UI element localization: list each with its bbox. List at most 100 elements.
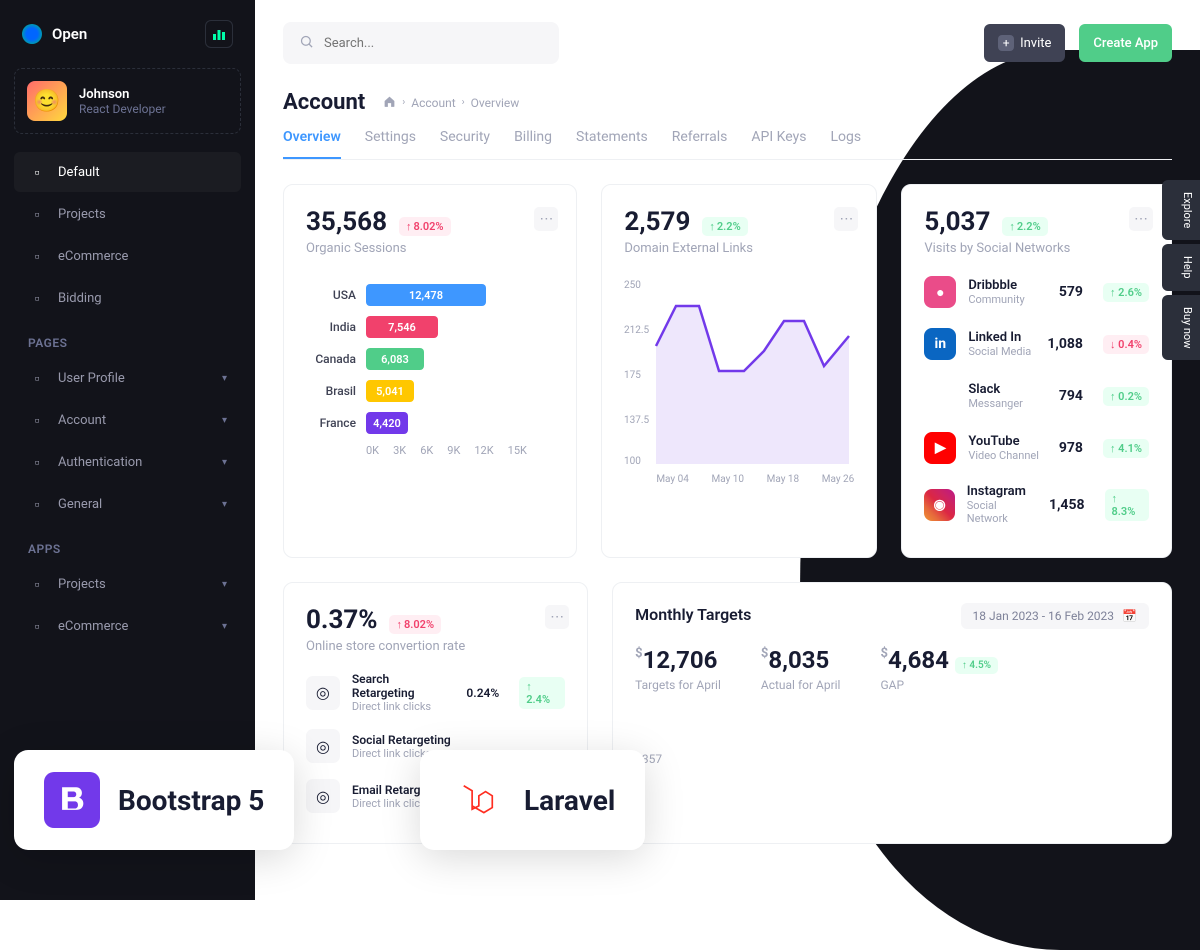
- more-icon[interactable]: ⋯: [834, 207, 858, 231]
- social-value: 1,458: [1049, 497, 1085, 513]
- home-icon[interactable]: [383, 95, 396, 111]
- nav-item-default[interactable]: ▫Default: [14, 152, 241, 192]
- x-tick: 6K: [420, 444, 433, 457]
- tab-api-keys[interactable]: API Keys: [751, 129, 806, 159]
- bar-country: Brasil: [306, 384, 356, 398]
- nav-item-user-profile[interactable]: ▫User Profile▾: [14, 358, 241, 398]
- main: + Invite Create App Account › Account › …: [255, 0, 1200, 900]
- tab-settings[interactable]: Settings: [365, 129, 416, 159]
- links-value: 2,579: [624, 207, 690, 237]
- create-app-button[interactable]: Create App: [1079, 24, 1172, 62]
- social-name: Instagram: [967, 484, 1037, 499]
- search-input[interactable]: [324, 36, 543, 51]
- date-range-picker[interactable]: 18 Jan 2023 - 16 Feb 2023 📅: [961, 603, 1149, 629]
- social-label: Visits by Social Networks: [924, 241, 1149, 256]
- bar-country: India: [306, 320, 356, 334]
- bootstrap-label: Bootstrap 5: [118, 784, 264, 817]
- conv-sub: Direct link clicks: [352, 700, 455, 713]
- tab-security[interactable]: Security: [440, 129, 490, 159]
- bar-fill: 7,546: [366, 316, 438, 338]
- plus-icon: +: [998, 35, 1014, 51]
- social-row-youtube[interactable]: ▶YouTubeVideo Channel978↑ 4.1%: [924, 422, 1149, 474]
- conv-item: ◎Search RetargetingDirect link clicks0.2…: [306, 664, 565, 721]
- nav-item-projects[interactable]: ▫ Projects: [14, 194, 241, 234]
- card-organic-sessions: ⋯ 35,568 ↑ 8.02% Organic Sessions USA12,…: [283, 184, 577, 558]
- tab-referrals[interactable]: Referrals: [672, 129, 728, 159]
- nav-icon: ▫: [28, 411, 46, 429]
- search-box[interactable]: [283, 22, 559, 64]
- card-monthly-targets: Monthly Targets 18 Jan 2023 - 16 Feb 202…: [612, 582, 1172, 844]
- social-row-instagram[interactable]: ◉InstagramSocial Network1,458↑ 8.3%: [924, 474, 1149, 535]
- nav-icon: ▫: [28, 205, 46, 223]
- links-change: ↑ 2.2%: [702, 217, 747, 236]
- invite-button[interactable]: + Invite: [984, 24, 1065, 62]
- social-icon: ✱: [924, 380, 956, 412]
- tab-statements[interactable]: Statements: [576, 129, 648, 159]
- more-icon[interactable]: ⋯: [1129, 207, 1153, 231]
- nav-item-bidding[interactable]: ▫Bidding: [14, 278, 241, 318]
- target-label: Targets for April: [635, 678, 721, 692]
- nav-label: Authentication: [58, 455, 142, 470]
- social-name: Dribbble: [968, 278, 1024, 293]
- user-name: Johnson: [79, 87, 166, 102]
- float-bootstrap: Bootstrap 5: [14, 750, 294, 850]
- area-chart: 250 212.5 175 137.5 100 May 04 May 10 Ma…: [624, 276, 854, 485]
- brand: Open: [14, 20, 241, 48]
- svg-text:212.5: 212.5: [624, 325, 649, 336]
- topbar: + Invite Create App: [283, 22, 1172, 64]
- nav-icon: ▫: [28, 289, 46, 307]
- crumb-account[interactable]: Account: [411, 96, 455, 110]
- nav-label: Projects: [58, 207, 106, 222]
- social-row-linked-in[interactable]: inLinked InSocial Media1,088↓ 0.4%: [924, 318, 1149, 370]
- side-tabs: Explore Help Buy now: [1162, 180, 1200, 360]
- nav-label: eCommerce: [58, 249, 128, 264]
- nav-item-general[interactable]: ▫ General ▾: [14, 484, 241, 524]
- social-sub: Messanger: [968, 397, 1023, 410]
- social-change: ↑ 4.1%: [1103, 439, 1149, 458]
- nav-item-ecommerce[interactable]: ▫eCommerce▾: [14, 606, 241, 646]
- more-icon[interactable]: ⋯: [534, 207, 558, 231]
- page-title: Account: [283, 90, 365, 115]
- sidetab-help[interactable]: Help: [1162, 244, 1200, 291]
- card-external-links: ⋯ 2,579 ↑ 2.2% Domain External Links 250…: [601, 184, 877, 558]
- sessions-value: 35,568: [306, 207, 387, 237]
- user-card[interactable]: 😊 Johnson React Developer: [14, 68, 241, 134]
- social-row-dribbble[interactable]: ●DribbbleCommunity579↑ 2.6%: [924, 266, 1149, 318]
- svg-text:175: 175: [624, 370, 641, 381]
- nav-item-authentication[interactable]: ▫Authentication▾: [14, 442, 241, 482]
- x-tick: May 04: [656, 474, 689, 485]
- nav-label: eCommerce: [58, 619, 128, 634]
- social-row-slack[interactable]: ✱SlackMessanger794↑ 0.2%: [924, 370, 1149, 422]
- social-sub: Video Channel: [968, 449, 1039, 462]
- targets-footer: $357: [635, 752, 1149, 766]
- brand-logo: [22, 24, 42, 44]
- sidetab-explore[interactable]: Explore: [1162, 180, 1200, 240]
- conv-title: Social Retargeting: [352, 733, 451, 747]
- conv-title: Search Retargeting: [352, 672, 455, 700]
- chart-icon[interactable]: [205, 20, 233, 48]
- svg-text:137.5: 137.5: [624, 415, 649, 426]
- target-value: $8,035: [761, 646, 841, 674]
- chevron-down-icon: ▾: [222, 579, 227, 590]
- tab-logs[interactable]: Logs: [830, 129, 861, 159]
- search-icon: [299, 34, 314, 53]
- float-laravel: Laravel: [420, 750, 645, 850]
- sidetab-buy[interactable]: Buy now: [1162, 295, 1200, 360]
- chevron-down-icon: ▾: [222, 415, 227, 426]
- links-label: Domain External Links: [624, 241, 854, 256]
- tab-overview[interactable]: Overview: [283, 129, 341, 159]
- nav-icon: ▫: [28, 495, 46, 513]
- avatar: 😊: [27, 81, 67, 121]
- nav-item-account[interactable]: ▫Account▾: [14, 400, 241, 440]
- bar-fill: 12,478: [366, 284, 486, 306]
- nav-item-ecommerce[interactable]: ▫eCommerce: [14, 236, 241, 276]
- nav-label: General: [58, 497, 102, 512]
- more-icon[interactable]: ⋯: [545, 605, 569, 629]
- x-tick: 15K: [508, 444, 527, 457]
- nav-item-projects[interactable]: ▫Projects▾: [14, 564, 241, 604]
- chevron-down-icon: ▾: [222, 499, 227, 510]
- tab-billing[interactable]: Billing: [514, 129, 552, 159]
- social-name: Linked In: [968, 330, 1031, 345]
- social-value: 1,088: [1047, 336, 1083, 352]
- bar-country: USA: [306, 288, 356, 302]
